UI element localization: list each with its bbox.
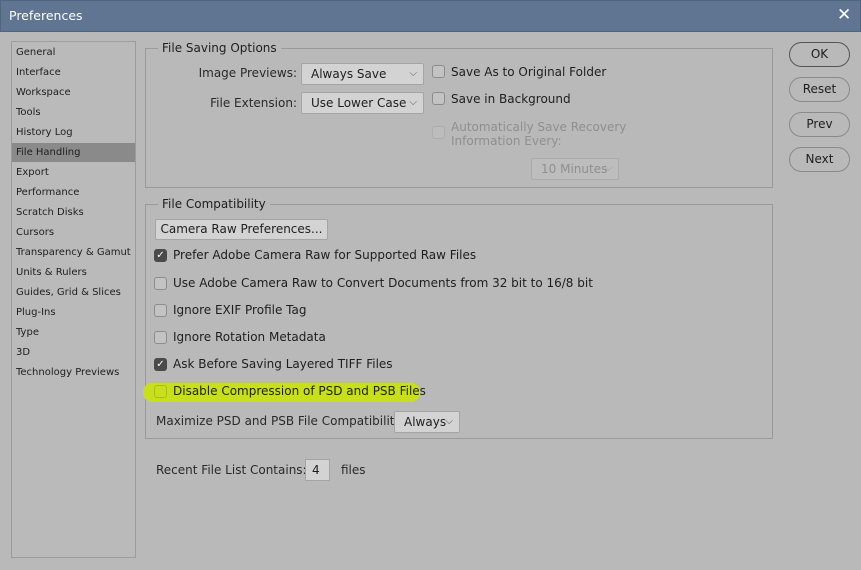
- file-extension-label: File Extension:: [210, 96, 297, 110]
- option-checkbox[interactable]: [154, 304, 167, 317]
- option-label: Ignore Rotation Metadata: [173, 330, 326, 344]
- chevron-down-icon: ⌵: [409, 97, 417, 108]
- recent-files-label: Recent File List Contains:: [156, 463, 307, 477]
- auto-save-interval-value: 10 Minutes: [541, 162, 608, 176]
- sidebar-item[interactable]: 3D: [12, 343, 135, 362]
- option-label: Use Adobe Camera Raw to Convert Document…: [173, 276, 593, 290]
- title-bar: [0, 0, 861, 32]
- recent-files-input[interactable]: 4: [305, 459, 330, 481]
- prev-button[interactable]: Prev: [789, 112, 850, 137]
- auto-save-interval-select[interactable]: 10 Minutes ⌵: [531, 158, 619, 180]
- file-extension-value: Use Lower Case: [311, 96, 407, 110]
- sidebar-item[interactable]: Plug-Ins: [12, 303, 135, 322]
- sidebar-item[interactable]: Workspace: [12, 83, 135, 102]
- auto-save-checkbox[interactable]: [432, 126, 445, 139]
- sidebar: General Interface Workspace Tools History Lo…: [11, 41, 136, 558]
- save-as-original-checkbox[interactable]: [432, 65, 445, 78]
- sidebar-item[interactable]: Tools: [12, 103, 135, 122]
- maximize-value: Always: [404, 415, 447, 429]
- sidebar-item[interactable]: Transparency & Gamut: [12, 243, 135, 262]
- reset-button[interactable]: Reset: [789, 77, 850, 102]
- file-extension-select[interactable]: Use Lower Case ⌵: [301, 92, 424, 114]
- image-previews-select[interactable]: Always Save ⌵: [301, 63, 424, 85]
- sidebar-item[interactable]: Export: [12, 163, 135, 182]
- save-in-background-label: Save in Background: [451, 92, 571, 106]
- sidebar-item[interactable]: Technology Previews: [12, 363, 135, 382]
- sidebar-item[interactable]: General: [12, 43, 135, 62]
- save-in-background-checkbox[interactable]: [432, 92, 445, 105]
- sidebar-item[interactable]: Interface: [12, 63, 135, 82]
- sidebar-item[interactable]: History Log: [12, 123, 135, 142]
- sidebar-item[interactable]: Scratch Disks: [12, 203, 135, 222]
- save-as-original-label: Save As to Original Folder: [451, 65, 607, 79]
- file-compat-legend: File Compatibility: [158, 197, 270, 211]
- sidebar-item[interactable]: Type: [12, 323, 135, 342]
- option-checkbox[interactable]: ✓: [154, 249, 167, 262]
- auto-save-label-2: Information Every:: [451, 134, 562, 148]
- ok-button[interactable]: OK: [789, 42, 850, 67]
- file-saving-legend: File Saving Options: [158, 41, 281, 55]
- maximize-label: Maximize PSD and PSB File Compatibility:: [156, 414, 405, 428]
- option-label: Prefer Adobe Camera Raw for Supported Ra…: [173, 248, 477, 262]
- image-previews-label: Image Previews:: [198, 66, 297, 80]
- option-label: Disable Compression of PSD and PSB Files: [173, 384, 426, 398]
- next-button[interactable]: Next: [789, 147, 850, 172]
- sidebar-item[interactable]: File Handling: [12, 143, 135, 162]
- option-checkbox[interactable]: [154, 385, 167, 398]
- sidebar-item[interactable]: Guides, Grid & Slices: [12, 283, 135, 302]
- option-label: Ignore EXIF Profile Tag: [173, 303, 307, 317]
- recent-files-suffix: files: [341, 463, 366, 477]
- option-checkbox[interactable]: ✓: [154, 358, 167, 371]
- option-label: Ask Before Saving Layered TIFF Files: [173, 357, 393, 371]
- sidebar-item[interactable]: Cursors: [12, 223, 135, 242]
- camera-raw-preferences-button[interactable]: Camera Raw Preferences...: [155, 219, 328, 240]
- window-title: Preferences: [9, 8, 83, 23]
- sidebar-item[interactable]: Performance: [12, 183, 135, 202]
- maximize-select[interactable]: Always ⌵: [394, 411, 460, 433]
- chevron-down-icon: ⌵: [604, 163, 612, 174]
- image-previews-value: Always Save: [311, 67, 387, 81]
- auto-save-label-1: Automatically Save Recovery: [451, 120, 627, 134]
- chevron-down-icon: ⌵: [409, 68, 417, 79]
- option-checkbox[interactable]: [154, 331, 167, 344]
- close-icon[interactable]: ✕: [837, 5, 851, 25]
- chevron-down-icon: ⌵: [445, 416, 453, 427]
- sidebar-item[interactable]: Units & Rulers: [12, 263, 135, 282]
- option-checkbox[interactable]: [154, 277, 167, 290]
